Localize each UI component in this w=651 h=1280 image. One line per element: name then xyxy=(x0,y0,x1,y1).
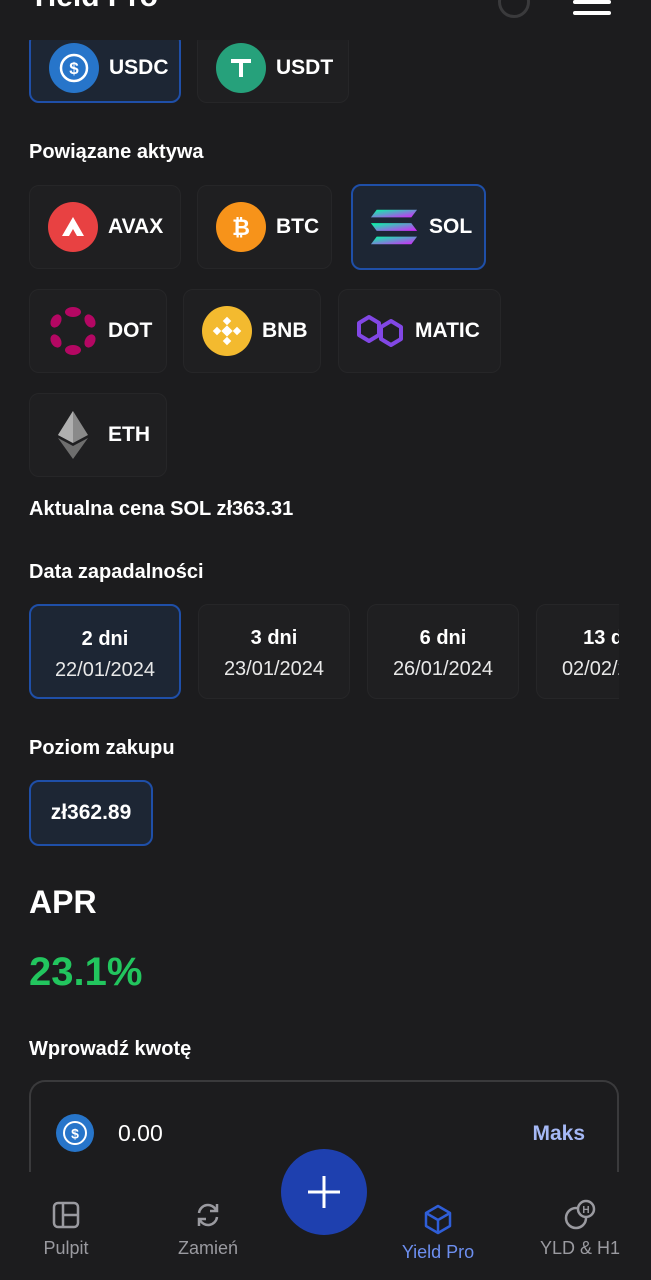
maturity-title: Data zapadalności xyxy=(29,561,204,583)
chip-label: USDT xyxy=(276,55,334,79)
maturity-date: 02/02/2024 xyxy=(561,658,619,680)
chip-label: BNB xyxy=(262,319,308,342)
current-price: Aktualna cena SOL zł363.31 xyxy=(29,498,294,520)
bottom-nav: Pulpit Zamień Yield Pro H YLD & H1 xyxy=(0,1149,651,1280)
nav-item-swap[interactable]: Zamień xyxy=(148,1198,268,1259)
dashboard-icon xyxy=(6,1198,126,1232)
nav-item-yield-pro[interactable]: Yield Pro xyxy=(378,1202,498,1263)
svg-text:$: $ xyxy=(69,59,79,78)
maturity-date: 22/01/2024 xyxy=(54,659,156,681)
maturity-days: 13 dni xyxy=(583,627,619,649)
svg-text:$: $ xyxy=(71,1126,79,1142)
nav-item-tokens[interactable]: H YLD & H1 xyxy=(520,1198,640,1259)
avax-icon xyxy=(48,202,98,252)
stablecoin-chip-usdt[interactable]: USDT xyxy=(197,32,349,103)
dot-icon xyxy=(48,306,98,356)
plus-icon xyxy=(308,1176,340,1208)
swap-icon xyxy=(148,1198,268,1232)
usdt-icon xyxy=(216,42,266,93)
bnb-icon xyxy=(202,306,252,356)
nav-label: Pulpit xyxy=(43,1238,89,1258)
maturity-option[interactable]: 2 dni 22/01/2024 xyxy=(29,604,181,699)
nav-label: Zamień xyxy=(177,1238,239,1258)
maturity-days: 3 dni xyxy=(250,627,298,649)
asset-chip-sol[interactable]: SOL xyxy=(351,184,486,270)
max-button[interactable]: Maks xyxy=(532,1122,585,1146)
maturity-date: 23/01/2024 xyxy=(223,658,325,680)
btc-icon: ₿ xyxy=(216,202,266,252)
page-title-overlay: Yield Pro xyxy=(29,0,158,14)
asset-chip-dot[interactable]: DOT xyxy=(29,289,167,373)
maturity-date: 26/01/2024 xyxy=(392,658,494,680)
info-icon[interactable] xyxy=(498,0,530,18)
maturity-scroller[interactable]: 2 dni 22/01/2024 3 dni 23/01/2024 6 dni … xyxy=(0,600,619,704)
usdc-icon: $ xyxy=(49,42,99,93)
amount-value[interactable]: 0.00 xyxy=(118,1120,163,1147)
add-button[interactable] xyxy=(281,1149,367,1235)
apr-label: APR xyxy=(29,884,97,920)
asset-chip-eth[interactable]: ETH xyxy=(29,393,167,477)
chip-label: AVAX xyxy=(108,215,164,238)
apr-value: 23.1% xyxy=(29,950,143,994)
asset-chip-btc[interactable]: ₿ BTC xyxy=(197,185,332,269)
maturity-days: 2 dni xyxy=(81,628,129,650)
chip-label: DOT xyxy=(108,319,153,342)
svg-text:H: H xyxy=(582,1205,589,1216)
chip-label: USDC xyxy=(109,55,169,79)
header-overlay: Yield Pro xyxy=(0,0,651,40)
menu-icon[interactable] xyxy=(573,0,613,16)
asset-chip-avax[interactable]: AVAX xyxy=(29,185,181,269)
svg-text:₿: ₿ xyxy=(232,215,250,240)
chip-label: BTC xyxy=(276,215,320,238)
asset-chip-bnb[interactable]: BNB xyxy=(183,289,321,373)
maturity-option[interactable]: 3 dni 23/01/2024 xyxy=(198,604,350,699)
amount-title: Wprowadź kwotę xyxy=(29,1038,192,1060)
stablecoin-chip-usdc[interactable]: $ USDC xyxy=(29,32,181,103)
chip-label: ETH xyxy=(108,423,150,446)
chip-label: MATIC xyxy=(415,319,480,342)
maturity-days: 6 dni xyxy=(419,627,467,649)
asset-chip-matic[interactable]: MATIC xyxy=(338,289,501,373)
cube-icon xyxy=(378,1202,498,1236)
sol-icon xyxy=(369,202,419,252)
purchase-level-title: Poziom zakupu xyxy=(29,737,175,759)
matic-icon xyxy=(355,306,405,356)
nav-label: Yield Pro xyxy=(401,1242,475,1262)
related-assets-title: Powiązane aktywa xyxy=(29,141,204,163)
chip-label: SOL xyxy=(429,215,473,238)
tokens-icon: H xyxy=(520,1198,640,1232)
nav-item-dashboard[interactable]: Pulpit xyxy=(6,1198,126,1259)
maturity-option[interactable]: 6 dni 26/01/2024 xyxy=(367,604,519,699)
nav-label: YLD & H1 xyxy=(539,1238,621,1258)
maturity-option[interactable]: 13 dni 02/02/2024 xyxy=(536,604,619,699)
purchase-level-chip[interactable]: zł362.89 xyxy=(29,780,153,846)
usdc-icon: $ xyxy=(56,1114,94,1152)
eth-icon xyxy=(48,410,98,460)
